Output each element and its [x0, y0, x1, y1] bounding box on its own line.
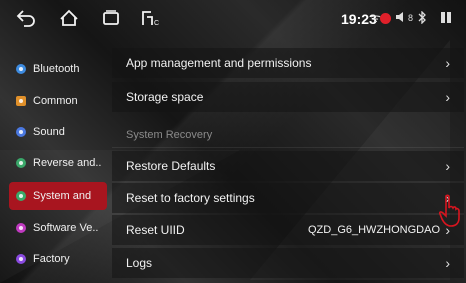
media-source-icon[interactable]: C	[140, 9, 162, 31]
sidebar-item-label: Common	[33, 95, 78, 107]
settings-panel: App management and permissions › Storage…	[112, 45, 464, 283]
chevron-right-icon: ›	[445, 89, 450, 105]
sidebar-item-label: Sound	[33, 126, 65, 138]
uiid-value: QZD_G6_HWZHONGDAO	[307, 224, 440, 236]
row-label: App management and permissions	[126, 56, 312, 70]
app-management-row[interactable]: App management and permissions ›	[112, 48, 464, 78]
chevron-right-icon: ›	[445, 55, 450, 71]
common-icon	[16, 96, 26, 106]
sidebar-item-label: System and	[33, 190, 92, 202]
sidebar-item-label: Bluetooth	[33, 63, 80, 75]
row-label: Reset to factory settings	[126, 191, 255, 205]
volume-icon	[395, 11, 407, 26]
factory-reset-row[interactable]: Reset to factory settings ›	[112, 183, 464, 213]
system-icon	[16, 191, 26, 201]
bluetooth-icon	[16, 64, 26, 74]
recent-apps-icon[interactable]	[101, 9, 121, 31]
bluetooth-icon	[418, 10, 427, 27]
back-icon[interactable]	[16, 9, 36, 31]
sidebar-item-system[interactable]: System and	[9, 182, 107, 210]
split-screen-icon[interactable]	[440, 11, 452, 27]
row-label: Restore Defaults	[126, 159, 216, 173]
tap-hint-hand-icon	[438, 194, 462, 228]
row-label: Storage space	[126, 90, 204, 104]
reset-uiid-row[interactable]: Reset UIID QZD_G6_HWZHONGDAO ›	[112, 215, 464, 245]
status-bar: C 19:23 ᯤ 8	[0, 0, 466, 38]
restore-defaults-row[interactable]: Restore Defaults ›	[112, 151, 464, 181]
sidebar-item-common[interactable]: Common	[9, 87, 107, 115]
storage-space-row[interactable]: Storage space ›	[112, 82, 464, 112]
row-label: Reset UIID	[126, 223, 185, 237]
logs-row[interactable]: Logs ›	[112, 248, 464, 278]
record-icon	[380, 13, 391, 24]
chevron-right-icon: ›	[445, 158, 450, 174]
home-icon[interactable]	[59, 9, 79, 31]
sidebar-item-reverse[interactable]: Reverse and..	[9, 149, 107, 177]
sound-icon	[16, 127, 26, 137]
volume-level: 8	[408, 13, 414, 23]
reverse-icon	[16, 158, 26, 168]
divider	[112, 147, 464, 148]
section-title: System Recovery	[126, 129, 213, 141]
settings-screen: C 19:23 ᯤ 8 Bluetooth Common Sound Rever…	[0, 0, 466, 283]
sidebar-item-software-version[interactable]: Software Ve..	[9, 214, 107, 242]
row-label: Logs	[126, 256, 153, 270]
chevron-right-icon: ›	[445, 255, 450, 271]
sidebar-item-label: Reverse and..	[33, 157, 102, 169]
sidebar-item-bluetooth[interactable]: Bluetooth	[9, 55, 107, 83]
sidebar-item-label: Factory	[33, 253, 70, 265]
sidebar-item-sound[interactable]: Sound	[9, 118, 107, 146]
sidebar-item-label: Software Ve..	[33, 222, 99, 234]
sidebar-item-factory[interactable]: Factory	[9, 245, 107, 273]
factory-icon	[16, 254, 26, 264]
software-version-icon	[16, 223, 26, 233]
svg-text:C: C	[154, 20, 159, 27]
